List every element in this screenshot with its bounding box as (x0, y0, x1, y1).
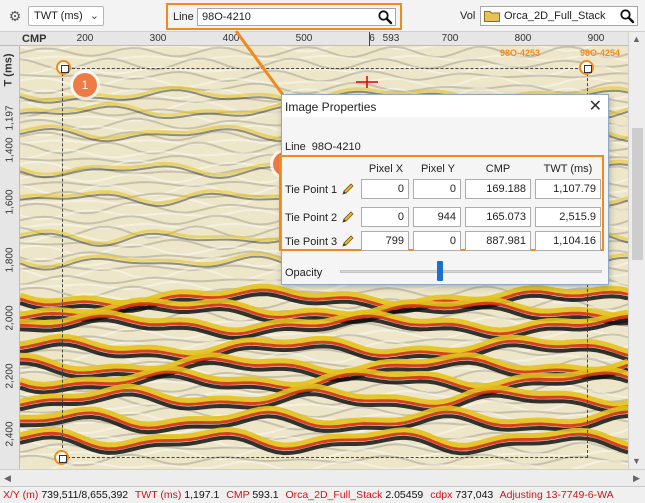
well-label: 98O-4254 (580, 48, 621, 58)
pixel-x-field[interactable]: 799 (361, 231, 409, 251)
tie-point-table: Pixel X Pixel Y CMP TWT (ms) Tie Point 1… (279, 155, 604, 251)
crosshair-marker (356, 76, 378, 88)
dialog-line-label: Line (285, 141, 306, 153)
axis-mode-value: TWT (ms) (34, 10, 83, 22)
vol-value: Orca_2D_Full_Stack (504, 10, 606, 22)
opacity-slider-track[interactable] (340, 270, 602, 273)
pencil-icon[interactable] (341, 234, 355, 248)
status-vol-value: 2.05459 (385, 489, 424, 501)
pixel-y-field[interactable]: 944 (413, 207, 461, 227)
pixel-x-field[interactable]: 0 (361, 207, 409, 227)
twt-field[interactable]: 1,107.79 (535, 179, 601, 199)
vol-label: Vol (460, 10, 476, 22)
scroll-left-icon[interactable]: ◀ (4, 473, 11, 484)
pencil-icon[interactable] (341, 182, 355, 196)
scroll-up-icon[interactable]: ▲ (632, 34, 641, 44)
twt-tick: 2,400 (4, 421, 16, 447)
status-cmp-value: 593.1 (252, 489, 279, 501)
dialog-titlebar[interactable]: Image Properties ✕ (282, 95, 608, 117)
status-cmp-label: CMP (226, 489, 250, 501)
status-twt-label: TWT (ms) (134, 489, 182, 501)
pixel-x-field[interactable]: 0 (361, 179, 409, 199)
status-xy-label: X/Y (m) (3, 489, 39, 501)
status-twt-value: 1,197.1 (184, 489, 220, 501)
folder-icon (484, 11, 500, 22)
cmp-tick-current: 593 (382, 33, 400, 44)
cmp-tick: 800 (514, 33, 532, 44)
twt-field[interactable]: 1,104.16 (535, 231, 601, 251)
tie-point-label: Tie Point 1 (285, 184, 338, 196)
twt-tick: 2,000 (4, 305, 16, 331)
opacity-slider-thumb[interactable] (436, 261, 443, 281)
status-adjusting-value: 13-7749-6-WA (545, 489, 614, 501)
close-icon[interactable]: ✕ (589, 96, 602, 116)
status-adjusting-label: Adjusting (499, 489, 543, 501)
status-cdpx-label: cdpx (430, 489, 453, 501)
cmp-axis-title: CMP (22, 33, 47, 45)
column-header: Pixel X (368, 163, 404, 175)
line-search-value: 98O-4210 (202, 11, 251, 23)
cmp-tick: 300 (149, 33, 167, 44)
search-icon[interactable] (619, 8, 635, 24)
line-label: Line (173, 11, 194, 23)
seismic-reflector (20, 69, 628, 83)
scroll-down-icon[interactable]: ▼ (632, 456, 641, 466)
cmp-tick: 500 (295, 33, 313, 44)
twt-tick: 1,400 (4, 137, 16, 163)
gear-icon[interactable]: ⚙ (6, 7, 24, 25)
cmp-tick: 700 (441, 33, 459, 44)
vertical-scrollbar[interactable]: ▲ ▼ (628, 32, 645, 469)
cmp-tick: 900 (587, 33, 605, 44)
cmp-tick: 6 (369, 33, 375, 44)
cmp-cursor-marker (369, 32, 370, 46)
line-search-input[interactable]: 98O-4210 (197, 8, 396, 26)
column-header: CMP (485, 163, 511, 175)
status-bar: X/Y (m) 739,511/8,655,392 TWT (ms) 1,197… (0, 486, 645, 503)
column-header: Pixel Y (420, 163, 456, 175)
column-header: TWT (ms) (543, 163, 593, 175)
tie-point-label: Tie Point 2 (285, 212, 338, 224)
cmp-field[interactable]: 165.073 (465, 207, 531, 227)
tie-point-label: Tie Point 3 (285, 236, 338, 248)
cmp-field[interactable]: 169.188 (465, 179, 531, 199)
cmp-tick: 400 (222, 33, 240, 44)
status-cdpx-value: 737,043 (455, 489, 494, 501)
callout-1: 1 (73, 73, 97, 97)
vertical-scroll-thumb[interactable] (632, 128, 643, 260)
image-properties-dialog: Image Properties ✕ Line 98O-4210 Pixel X … (279, 94, 609, 285)
twt-axis-title: T (ms) (2, 53, 15, 87)
dialog-title: Image Properties (285, 100, 377, 114)
twt-field[interactable]: 2,515.9 (535, 207, 601, 227)
cmp-tick: 200 (76, 33, 94, 44)
pencil-icon[interactable] (341, 210, 355, 224)
status-xy-value: 739,511/8,655,392 (41, 489, 129, 501)
twt-tick: 2,200 (4, 363, 16, 389)
twt-tick: 1,800 (4, 247, 16, 273)
tie-point-2-handle[interactable] (54, 450, 69, 465)
pixel-y-field[interactable]: 0 (413, 231, 461, 251)
scroll-right-icon[interactable]: ▶ (633, 473, 640, 484)
status-vol-label: Orca_2D_Full_Stack (285, 489, 383, 501)
tie-point-1-handle[interactable] (56, 60, 71, 75)
chevron-down-icon: ⌄ (89, 10, 99, 22)
cmp-axis: CMP 200 300 400 500 6 593 700 800 900 (0, 32, 628, 46)
pixel-y-field[interactable]: 0 (413, 179, 461, 199)
cmp-field[interactable]: 887.981 (465, 231, 531, 251)
dialog-line-row: Line 98O-4210 (285, 141, 361, 153)
search-icon[interactable] (377, 9, 393, 25)
axis-mode-select[interactable]: TWT (ms) ⌄ (28, 6, 104, 26)
line-search-group: Line 98O-4210 (166, 3, 402, 30)
vol-search-input[interactable]: Orca_2D_Full_Stack (480, 6, 638, 26)
toolbar: ⚙ TWT (ms) ⌄ Line 98O-4210 Vol Orca_2D_F… (0, 0, 645, 32)
twt-tick: 1,600 (4, 189, 16, 215)
well-label: 98O-4253 (500, 48, 541, 58)
horizontal-scrollbar[interactable]: ◀ ▶ (0, 469, 645, 486)
dialog-line-value: 98O-4210 (311, 141, 361, 153)
opacity-label: Opacity (285, 267, 323, 279)
tie-point-3-handle[interactable] (579, 60, 594, 75)
twt-axis: T (ms) 1,197 1,400 1,600 1,800 2,000 2,2… (0, 46, 20, 469)
twt-tick: 1,197 (4, 105, 16, 131)
